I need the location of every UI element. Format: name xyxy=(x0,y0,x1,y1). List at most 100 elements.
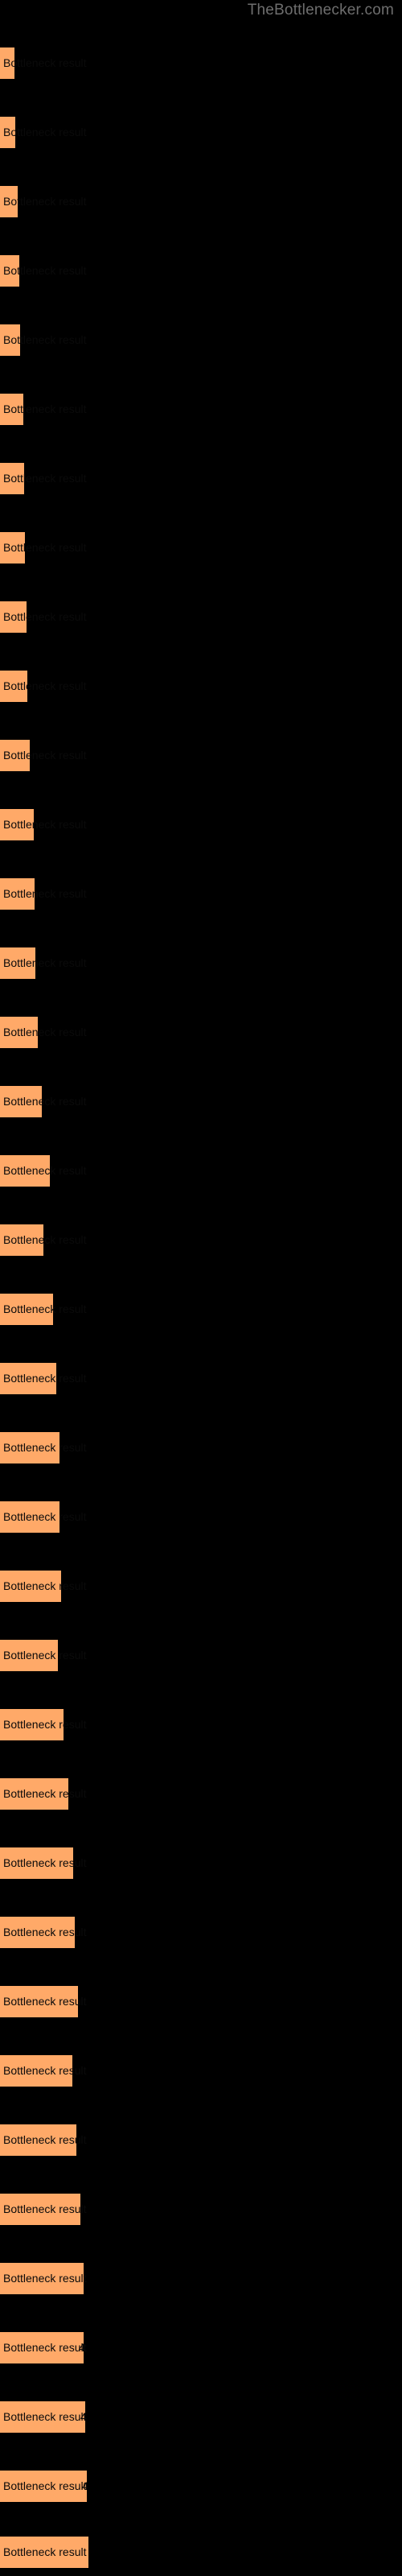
bar-clip: Bottleneck result xyxy=(0,1154,402,1187)
bar-row: Bottleneck result xyxy=(0,1847,402,1879)
bar xyxy=(0,1431,59,1463)
bar-row: Bottleneck result xyxy=(0,1777,402,1810)
bar-clip: Bottleneck result xyxy=(0,2262,402,2294)
bar-row: Bottleneck result xyxy=(0,116,402,148)
bar-row: Bottleneck result xyxy=(0,808,402,840)
bar xyxy=(0,1016,38,1048)
bar-clip: Bottleneck result xyxy=(0,2124,402,2156)
bar-row: Bottleneck result xyxy=(0,462,402,494)
bar xyxy=(0,2536,88,2568)
bar-row: Bottleneck result xyxy=(0,1985,402,2017)
bar xyxy=(0,947,35,979)
bar-row: Bottleneck result 4 xyxy=(0,2401,402,2433)
bar-row: Bottleneck result xyxy=(0,185,402,217)
bar-row: Bottleneck result xyxy=(0,531,402,564)
bar-clip: Bottleneck result xyxy=(0,47,402,79)
bar-row: Bottleneck result xyxy=(0,670,402,702)
bar-row: Bottleneck result xyxy=(0,47,402,79)
bar-row: Bottleneck result xyxy=(0,1154,402,1187)
bar-clip: Bottleneck result xyxy=(0,739,402,771)
bar-clip: Bottleneck result xyxy=(0,324,402,356)
bar xyxy=(0,254,19,287)
bar xyxy=(0,1154,50,1187)
bar-clip: Bottleneck result xyxy=(0,1916,402,1948)
bar-clip: Bottleneck result xyxy=(0,1085,402,1117)
bar xyxy=(0,877,35,910)
bar-row: Bottleneck result xyxy=(0,1570,402,1602)
bar xyxy=(0,2401,85,2433)
bar-row: Bottleneck result xyxy=(0,1708,402,1740)
bar-row: Bottleneck result xyxy=(0,601,402,633)
bar-clip: Bottleneck result xyxy=(0,1431,402,1463)
bar-clip: Bottleneck result 4 xyxy=(0,2331,402,2363)
bar-clip: Bottleneck result xyxy=(0,601,402,633)
bar-row: Bottleneck result 4 xyxy=(0,2331,402,2363)
bar xyxy=(0,1085,42,1117)
bar xyxy=(0,1985,78,2017)
bar-row: Bottleneck result 4 xyxy=(0,2470,402,2502)
bar-row: Bottleneck result xyxy=(0,1501,402,1533)
bar-clip: Bottleneck result xyxy=(0,1777,402,1810)
bar-row: Bottleneck result xyxy=(0,254,402,287)
bar xyxy=(0,1362,56,1394)
bar-row: Bottleneck result xyxy=(0,1224,402,1256)
bar-clip: Bottleneck result 4 xyxy=(0,2401,402,2433)
bar-clip: Bottleneck result xyxy=(0,462,402,494)
bar-clip: Bottleneck result xyxy=(0,1639,402,1671)
bar xyxy=(0,462,24,494)
bar xyxy=(0,1224,43,1256)
bar-row: Bottleneck result xyxy=(0,1293,402,1325)
bar-clip: Bottleneck result xyxy=(0,185,402,217)
bar xyxy=(0,47,14,79)
bar-clip: Bottleneck result xyxy=(0,116,402,148)
bar-clip: Bottleneck result 4 xyxy=(0,2470,402,2502)
bar-clip: Bottleneck result xyxy=(0,254,402,287)
bar xyxy=(0,1293,53,1325)
bar-row: Bottleneck result xyxy=(0,739,402,771)
bar xyxy=(0,1639,58,1671)
bar-clip: Bottleneck result xyxy=(0,2193,402,2225)
bar-row: Bottleneck result xyxy=(0,947,402,979)
bar xyxy=(0,1501,59,1533)
bar xyxy=(0,1916,75,1948)
bar xyxy=(0,2124,76,2156)
bar xyxy=(0,531,25,564)
bar-clip: Bottleneck result xyxy=(0,393,402,425)
bar-clip: Bottleneck result xyxy=(0,531,402,564)
bar-clip: Bottleneck result xyxy=(0,1985,402,2017)
bar-clip: Bottleneck result xyxy=(0,2054,402,2087)
bar xyxy=(0,116,15,148)
bar-clip: Bottleneck result xyxy=(0,1847,402,1879)
bar xyxy=(0,1847,73,1879)
bar-clip: Bottleneck result xyxy=(0,1501,402,1533)
bar-clip: Bottleneck result xyxy=(0,877,402,910)
bar xyxy=(0,601,27,633)
bar xyxy=(0,393,23,425)
bar-row: Bottleneck result xyxy=(0,324,402,356)
bar xyxy=(0,739,30,771)
bar-row: Bottleneck result xyxy=(0,1085,402,1117)
bar xyxy=(0,2470,87,2502)
bar-row: Bottleneck result xyxy=(0,2124,402,2156)
bar-row: Bottleneck result xyxy=(0,1431,402,1463)
bar-clip: Bottleneck result xyxy=(0,1293,402,1325)
bar xyxy=(0,2054,72,2087)
bar xyxy=(0,1777,68,1810)
bar-row: Bottleneck result xyxy=(0,1362,402,1394)
bar-label: Bottleneck result xyxy=(3,56,87,69)
bar-clip: Bottleneck result xyxy=(0,947,402,979)
bar-clip: Bottleneck result xyxy=(0,808,402,840)
bar-clip: Bottleneck result xyxy=(0,1224,402,1256)
bar-row: Bottleneck result xyxy=(0,2054,402,2087)
bar-row: Bottleneck result xyxy=(0,2193,402,2225)
bar xyxy=(0,2193,80,2225)
bar-row: Bottleneck result xyxy=(0,393,402,425)
bar xyxy=(0,185,18,217)
bar-clip: Bottleneck result xyxy=(0,1708,402,1740)
bar xyxy=(0,670,27,702)
bar xyxy=(0,2262,84,2294)
bar-clip: Bottleneck result xyxy=(0,1362,402,1394)
bar-row: Bottleneck result xyxy=(0,1916,402,1948)
bar-row: Bottleneck result xyxy=(0,2262,402,2294)
bar xyxy=(0,1570,61,1602)
